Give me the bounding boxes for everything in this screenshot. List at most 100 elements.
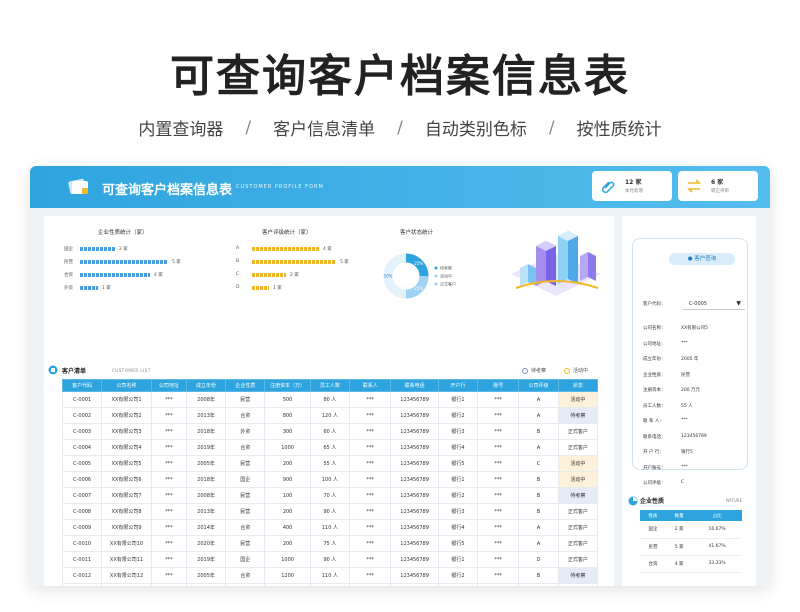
table-cell[interactable]: 2005年 (185, 567, 227, 584)
table-cell[interactable]: 正式客户 (557, 423, 599, 440)
table-cell[interactable]: 民营 (225, 487, 266, 504)
table-cell[interactable]: 民营 (225, 455, 266, 472)
table-cell[interactable]: 123456789 (390, 471, 439, 488)
table-cell[interactable]: 90 人 (309, 551, 351, 568)
table-cell[interactable]: 银行5 (437, 455, 479, 472)
table-cell[interactable]: *** (150, 535, 187, 552)
table-cell[interactable]: *** (349, 503, 392, 520)
table-cell[interactable]: *** (477, 519, 520, 536)
table-cell[interactable] (225, 583, 266, 586)
table-cell[interactable]: 合资 (225, 567, 266, 584)
table-cell[interactable] (61, 583, 103, 586)
table-cell[interactable]: 银行1 (437, 471, 479, 488)
column-header[interactable]: 联系人 (349, 379, 392, 392)
table-cell[interactable]: 123456789 (390, 407, 439, 424)
table-cell[interactable]: 合资 (225, 519, 266, 536)
table-cell[interactable]: *** (477, 391, 520, 408)
table-cell[interactable]: 1200 (264, 567, 311, 584)
table-cell[interactable]: 2020年 (185, 535, 227, 552)
table-cell[interactable]: 银行4 (437, 439, 479, 456)
table-cell[interactable] (309, 583, 351, 586)
table-cell[interactable]: 123456789 (390, 503, 439, 520)
table-cell[interactable]: XX有限公司3 (101, 423, 152, 440)
table-cell[interactable]: 民营 (225, 503, 266, 520)
table-cell[interactable] (518, 583, 559, 586)
table-cell[interactable]: 55 人 (309, 455, 351, 472)
table-cell[interactable]: 2019年 (185, 551, 227, 568)
table-cell[interactable]: *** (349, 519, 392, 536)
table-cell[interactable]: C-0001 (61, 391, 103, 408)
table-cell[interactable]: C-0009 (61, 519, 103, 536)
table-cell[interactable] (185, 583, 227, 586)
table-cell[interactable]: *** (150, 455, 187, 472)
table-cell[interactable]: D (518, 551, 559, 568)
table-cell[interactable]: *** (477, 503, 520, 520)
table-cell[interactable]: 银行5 (437, 535, 479, 552)
table-row[interactable]: C-0008 XX有限公司8 *** 2013年 民营 200 90 人 *** 1234567… (61, 503, 599, 520)
table-cell[interactable]: C-0004 (61, 439, 103, 456)
table-cell[interactable]: 民营 (225, 391, 266, 408)
table-cell[interactable]: *** (150, 551, 187, 568)
table-cell[interactable]: 银行2 (437, 407, 479, 424)
table-cell[interactable]: XX有限公司10 (101, 535, 152, 552)
table-cell[interactable]: 2005年 (185, 455, 227, 472)
table-cell[interactable]: 2019年 (185, 439, 227, 456)
column-header[interactable]: 开户行 (437, 379, 479, 392)
table-cell[interactable]: 123456789 (390, 519, 439, 536)
column-header[interactable]: 账号 (477, 379, 520, 392)
table-cell[interactable]: C-0011 (61, 551, 103, 568)
table-cell[interactable]: *** (150, 503, 187, 520)
table-cell[interactable]: *** (150, 519, 187, 536)
table-cell[interactable]: 500 (264, 391, 311, 408)
table-cell[interactable]: 90 人 (309, 503, 351, 520)
table-cell[interactable]: 银行3 (437, 503, 479, 520)
table-cell[interactable]: C-0005 (61, 455, 103, 472)
table-row[interactable]: C-0004 XX有限公司4 *** 2019年 合资 1000 65 人 *** 123456… (61, 439, 599, 456)
table-cell[interactable]: 合资 (225, 407, 266, 424)
table-cell[interactable]: 2008年 (185, 391, 227, 408)
table-cell[interactable]: XX有限公司9 (101, 519, 152, 536)
table-cell[interactable]: 2018年 (185, 471, 227, 488)
table-cell[interactable]: *** (349, 535, 392, 552)
table-cell[interactable]: C-0006 (61, 471, 103, 488)
table-cell[interactable]: 2018年 (185, 423, 227, 440)
table-row[interactable]: C-0005 XX有限公司5 *** 2005年 民营 200 55 人 *** 1234567… (61, 455, 599, 472)
table-cell[interactable]: A (518, 519, 559, 536)
table-cell[interactable]: 1000 (264, 439, 311, 456)
table-cell[interactable]: 外资 (225, 423, 266, 440)
table-cell[interactable]: XX有限公司11 (101, 551, 152, 568)
table-cell[interactable]: 80 人 (309, 391, 351, 408)
table-cell[interactable]: *** (150, 391, 187, 408)
table-cell[interactable]: *** (477, 407, 520, 424)
table-cell[interactable]: *** (349, 487, 392, 504)
table-cell[interactable]: 待考察 (557, 487, 599, 504)
column-header[interactable]: 联系电话 (390, 379, 439, 392)
table-cell[interactable]: C-0007 (61, 487, 103, 504)
table-cell[interactable]: 900 (264, 471, 311, 488)
table-cell[interactable]: XX有限公司7 (101, 487, 152, 504)
table-row[interactable]: C-0012 XX有限公司12 *** 2005年 合资 1200 110 人 *** 1234… (61, 567, 599, 584)
table-cell[interactable]: 100 (264, 487, 311, 504)
table-cell[interactable]: XX有限公司5 (101, 455, 152, 472)
column-header[interactable]: 成立年份 (185, 379, 227, 392)
table-cell[interactable] (390, 583, 439, 586)
table-cell[interactable]: 200 (264, 503, 311, 520)
table-cell[interactable]: XX有限公司8 (101, 503, 152, 520)
table-cell[interactable]: 银行4 (437, 519, 479, 536)
table-cell[interactable]: 银行1 (437, 551, 479, 568)
table-cell[interactable]: B (518, 423, 559, 440)
table-cell[interactable]: *** (349, 439, 392, 456)
table-cell[interactable]: 123456789 (390, 567, 439, 584)
table-cell[interactable]: 正式客户 (557, 551, 599, 568)
customer-code-select[interactable]: C-0005 ▼ (683, 299, 745, 310)
table-cell[interactable]: 活动中 (557, 455, 599, 472)
column-header[interactable]: 企业性质 (225, 379, 266, 392)
table-cell[interactable]: 正式客户 (557, 439, 599, 456)
table-cell[interactable]: *** (349, 551, 392, 568)
table-cell[interactable] (101, 583, 152, 586)
column-header[interactable]: 员工人数 (309, 379, 351, 392)
table-cell[interactable]: 2008年 (185, 487, 227, 504)
table-cell[interactable]: *** (349, 423, 392, 440)
table-cell[interactable]: C (518, 455, 559, 472)
table-cell[interactable]: 民营 (225, 535, 266, 552)
